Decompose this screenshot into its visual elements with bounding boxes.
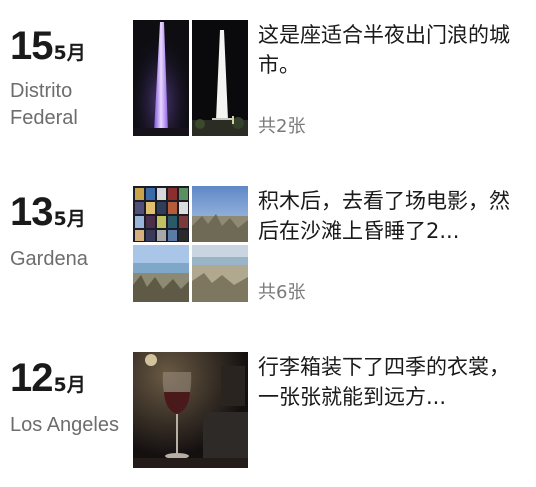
photo-grid[interactable] — [133, 352, 248, 468]
beach-sky-image — [192, 186, 248, 242]
photo-thumbnail[interactable] — [133, 352, 248, 468]
beach-sand-image — [192, 245, 248, 302]
entry-date: 155月 — [10, 26, 86, 66]
timeline-entry[interactable]: 125月 Los Angeles 行李箱装下了四季的衣裳，一张张就能到远方... — [0, 352, 536, 472]
entry-description: 积木后，去看了场电影，然后在沙滩上昏睡了2... — [258, 189, 510, 243]
entry-month: 5月 — [53, 208, 86, 230]
entry-day: 13 — [10, 190, 53, 234]
entry-location: Gardena — [10, 248, 88, 270]
timeline-entry[interactable]: 135月 Gardena 积木后，去看了场电影，然后在沙滩上昏睡了2... 共6… — [0, 186, 536, 306]
entry-description: 这是座适合半夜出门浪的城市。 — [258, 23, 510, 77]
photo-thumbnail[interactable] — [133, 20, 189, 136]
photo-thumbnail[interactable] — [192, 186, 248, 242]
entry-date: 135月 — [10, 192, 86, 232]
entry-description: 行李箱装下了四季的衣裳，一张张就能到远方... — [258, 355, 510, 409]
photo-thumbnail[interactable] — [133, 245, 189, 302]
wine-glass-image — [133, 352, 248, 468]
entry-date: 125月 — [10, 358, 86, 398]
photo-grid[interactable] — [133, 20, 248, 136]
beach-shore-image — [133, 245, 189, 302]
photo-count: 共6张 — [258, 282, 306, 303]
photo-grid[interactable] — [133, 186, 248, 302]
entry-month: 5月 — [53, 374, 86, 396]
entry-location: Distrito Federal — [10, 80, 78, 129]
white-monument-image — [192, 20, 248, 136]
timeline-entry[interactable]: 155月 Distrito Federal 这是座适合半夜出门浪的城市。 共2张 — [0, 20, 536, 140]
photo-thumbnail[interactable] — [133, 186, 189, 242]
purple-monument-image — [133, 20, 189, 136]
entry-location: Los Angeles — [10, 414, 119, 436]
photo-thumbnail[interactable] — [192, 245, 248, 302]
photo-thumbnail[interactable] — [192, 20, 248, 136]
entry-month: 5月 — [53, 42, 86, 64]
movie-poster-wall-image — [133, 186, 189, 242]
photo-count: 共2张 — [258, 116, 306, 137]
entry-day: 15 — [10, 24, 53, 68]
entry-day: 12 — [10, 356, 53, 400]
